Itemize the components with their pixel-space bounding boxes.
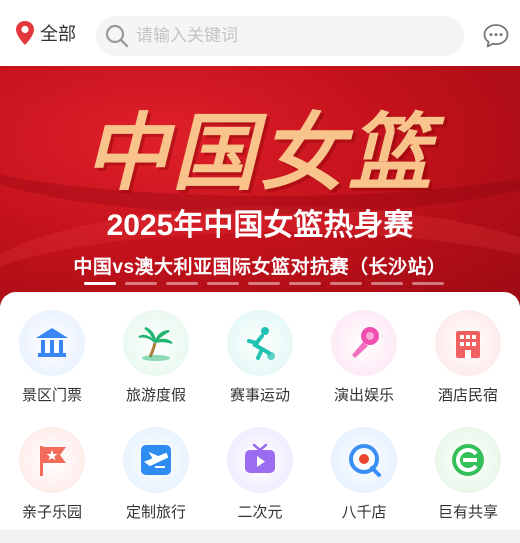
category-label: 定制旅行 [125, 504, 186, 521]
banner-subtitle: 2025年中国女篮热身赛 [106, 209, 414, 242]
carousel-dot[interactable] [166, 282, 198, 285]
category-item[interactable]: 酒店民宿 [416, 310, 520, 405]
banner-title: 中国女篮 [83, 106, 436, 200]
banner-subtitle-2: 中国vs澳大利亚国际女篮对抗赛（长沙站） [73, 257, 447, 278]
tv-play-icon [227, 427, 293, 493]
microphone-icon [331, 310, 397, 376]
carousel-dot[interactable] [125, 282, 157, 285]
search-input[interactable] [136, 26, 436, 46]
category-label: 二次元 [237, 504, 283, 521]
carousel-dot[interactable] [207, 282, 239, 285]
carousel-dot[interactable] [330, 282, 362, 285]
hotel-icon [435, 310, 501, 376]
location-selector[interactable]: 全部 [14, 20, 76, 46]
category-label: 旅游度假 [125, 387, 186, 404]
category-label: 赛事运动 [229, 387, 290, 404]
page: 全部 中国女篮 2025年中国女篮热身赛 中国vs澳大利亚国际女篮对抗赛（长沙站… [0, 0, 520, 543]
location-pin-icon [16, 21, 34, 45]
category-label: 八千店 [341, 504, 387, 521]
search-icon [105, 24, 129, 48]
share-logo-icon [435, 427, 501, 493]
top-bar: 全部 [0, 0, 520, 66]
category-label: 演出娱乐 [333, 387, 394, 404]
category-item[interactable]: 赛事运动 [208, 310, 312, 405]
airplane-icon [123, 427, 189, 493]
palm-tree-icon [123, 310, 189, 376]
message-icon[interactable] [482, 22, 510, 50]
carousel-dot[interactable] [289, 282, 321, 285]
category-item[interactable]: 八千店 [312, 427, 416, 522]
category-label: 酒店民宿 [437, 387, 498, 404]
category-grid: 景区门票 旅游度假 赛事运动 演出娱乐 酒店民宿亲子乐园 定制旅行 二次元 八千店 巨有共享 [0, 310, 520, 522]
promo-banner[interactable]: 中国女篮 2025年中国女篮热身赛 中国vs澳大利亚国际女篮对抗赛（长沙站） [0, 66, 520, 306]
carousel-dot[interactable] [84, 282, 116, 285]
flag-star-icon [19, 427, 85, 493]
category-label: 亲子乐园 [21, 504, 82, 521]
soccer-player-icon [227, 310, 293, 376]
category-label: 景区门票 [21, 387, 82, 404]
carousel-indicators [84, 282, 444, 285]
category-item[interactable]: 定制旅行 [104, 427, 208, 522]
carousel-dot[interactable] [412, 282, 444, 285]
search-bar[interactable] [96, 16, 464, 56]
category-item[interactable]: 景区门票 [0, 310, 104, 405]
location-label: 全部 [40, 24, 76, 44]
magnifier-icon [331, 427, 397, 493]
category-item[interactable]: 旅游度假 [104, 310, 208, 405]
category-panel: 景区门票 旅游度假 赛事运动 演出娱乐 酒店民宿亲子乐园 定制旅行 二次元 八千店 巨有共享 [0, 292, 520, 543]
carousel-dot[interactable] [371, 282, 403, 285]
temple-icon [19, 310, 85, 376]
category-item[interactable]: 巨有共享 [416, 427, 520, 522]
category-item[interactable]: 演出娱乐 [312, 310, 416, 405]
category-label: 巨有共享 [437, 504, 498, 521]
category-item[interactable]: 二次元 [208, 427, 312, 522]
carousel-dot[interactable] [248, 282, 280, 285]
category-item[interactable]: 亲子乐园 [0, 427, 104, 522]
section-divider [0, 530, 520, 543]
